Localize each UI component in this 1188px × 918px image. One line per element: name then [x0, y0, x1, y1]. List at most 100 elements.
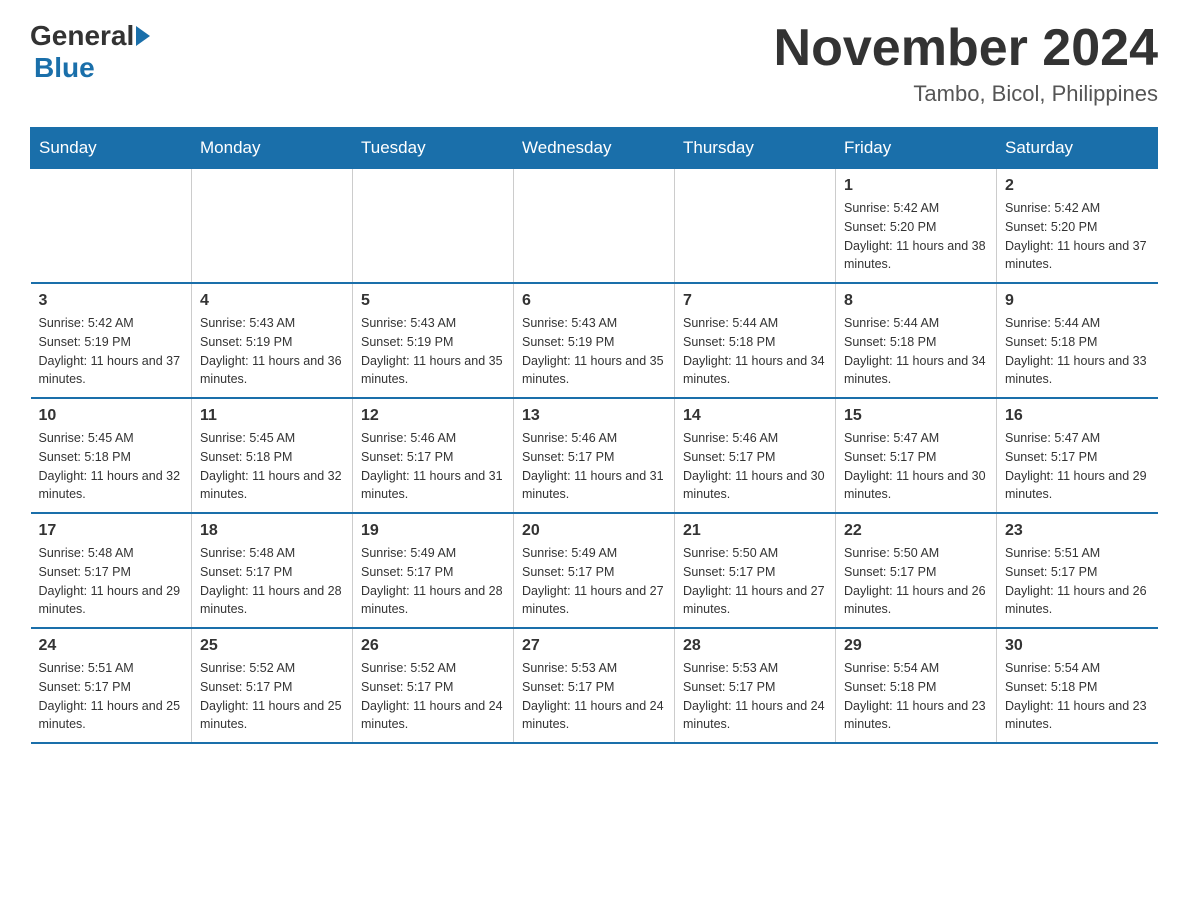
calendar-cell: 26Sunrise: 5:52 AMSunset: 5:17 PMDayligh…	[353, 628, 514, 743]
day-number: 28	[683, 637, 827, 655]
day-header-wednesday: Wednesday	[514, 128, 675, 169]
logo: General Blue	[30, 20, 152, 84]
day-number: 23	[1005, 522, 1150, 540]
day-number: 20	[522, 522, 666, 540]
day-info: Sunrise: 5:44 AMSunset: 5:18 PMDaylight:…	[844, 314, 988, 389]
calendar-cell: 7 Sunrise: 5:44 AMSunset: 5:18 PMDaylight…	[675, 283, 836, 398]
day-info: Sunrise: 5:43 AMSunset: 5:19 PMDaylight:…	[200, 314, 344, 389]
day-number: 1	[844, 177, 988, 195]
calendar-cell: 6 Sunrise: 5:43 AMSunset: 5:19 PMDaylight…	[514, 283, 675, 398]
day-info: Sunrise: 5:46 AMSunset: 5:17 PMDaylight:…	[361, 429, 505, 504]
day-info: Sunrise: 5:45 AMSunset: 5:18 PMDaylight:…	[39, 429, 184, 504]
calendar-cell: 21Sunrise: 5:50 AMSunset: 5:17 PMDayligh…	[675, 513, 836, 628]
day-number: 27	[522, 637, 666, 655]
day-info: Sunrise: 5:46 AMSunset: 5:17 PMDaylight:…	[522, 429, 666, 504]
calendar-week-3: 10 Sunrise: 5:45 AMSunset: 5:18 PMDayligh…	[31, 398, 1158, 513]
day-info: Sunrise: 5:42 AMSunset: 5:19 PMDaylight:…	[39, 314, 184, 389]
day-number: 11	[200, 407, 344, 425]
calendar-cell	[675, 169, 836, 284]
calendar-cell: 30 Sunrise: 5:54 AMSunset: 5:18 PMDayligh…	[997, 628, 1158, 743]
day-number: 21	[683, 522, 827, 540]
calendar-week-1: 1 Sunrise: 5:42 AMSunset: 5:20 PMDaylight…	[31, 169, 1158, 284]
calendar-cell: 25Sunrise: 5:52 AMSunset: 5:17 PMDayligh…	[192, 628, 353, 743]
day-number: 4	[200, 292, 344, 310]
day-info: Sunrise: 5:48 AMSunset: 5:17 PMDaylight:…	[39, 544, 184, 619]
day-number: 5	[361, 292, 505, 310]
calendar-cell: 1 Sunrise: 5:42 AMSunset: 5:20 PMDaylight…	[836, 169, 997, 284]
day-number: 7	[683, 292, 827, 310]
calendar-cell: 27 Sunrise: 5:53 AMSunset: 5:17 PMDayligh…	[514, 628, 675, 743]
calendar-cell: 12 Sunrise: 5:46 AMSunset: 5:17 PMDayligh…	[353, 398, 514, 513]
calendar-header: SundayMondayTuesdayWednesdayThursdayFrid…	[31, 128, 1158, 169]
day-info: Sunrise: 5:50 AMSunset: 5:17 PMDaylight:…	[844, 544, 988, 619]
calendar-cell: 9Sunrise: 5:44 AMSunset: 5:18 PMDaylight…	[997, 283, 1158, 398]
day-header-sunday: Sunday	[31, 128, 192, 169]
day-number: 29	[844, 637, 988, 655]
calendar-cell: 15Sunrise: 5:47 AMSunset: 5:17 PMDayligh…	[836, 398, 997, 513]
title-block: November 2024 Tambo, Bicol, Philippines	[774, 20, 1158, 107]
day-info: Sunrise: 5:47 AMSunset: 5:17 PMDaylight:…	[844, 429, 988, 504]
day-info: Sunrise: 5:47 AMSunset: 5:17 PMDaylight:…	[1005, 429, 1150, 504]
calendar-cell: 11 Sunrise: 5:45 AMSunset: 5:18 PMDayligh…	[192, 398, 353, 513]
calendar-table: SundayMondayTuesdayWednesdayThursdayFrid…	[30, 127, 1158, 744]
calendar-cell: 5Sunrise: 5:43 AMSunset: 5:19 PMDaylight…	[353, 283, 514, 398]
calendar-cell: 13 Sunrise: 5:46 AMSunset: 5:17 PMDayligh…	[514, 398, 675, 513]
day-header-monday: Monday	[192, 128, 353, 169]
day-number: 26	[361, 637, 505, 655]
calendar-cell: 17 Sunrise: 5:48 AMSunset: 5:17 PMDayligh…	[31, 513, 192, 628]
day-header-saturday: Saturday	[997, 128, 1158, 169]
calendar-cell	[192, 169, 353, 284]
calendar-cell	[31, 169, 192, 284]
calendar-cell: 28Sunrise: 5:53 AMSunset: 5:17 PMDayligh…	[675, 628, 836, 743]
day-info: Sunrise: 5:53 AMSunset: 5:17 PMDaylight:…	[522, 659, 666, 734]
calendar-cell: 2 Sunrise: 5:42 AMSunset: 5:20 PMDaylight…	[997, 169, 1158, 284]
day-header-friday: Friday	[836, 128, 997, 169]
logo-text: General	[30, 20, 152, 52]
day-info: Sunrise: 5:45 AMSunset: 5:18 PMDaylight:…	[200, 429, 344, 504]
day-number: 13	[522, 407, 666, 425]
logo-general: General	[30, 20, 134, 52]
calendar-cell: 22 Sunrise: 5:50 AMSunset: 5:17 PMDayligh…	[836, 513, 997, 628]
day-number: 9	[1005, 292, 1150, 310]
day-info: Sunrise: 5:42 AMSunset: 5:20 PMDaylight:…	[844, 199, 988, 274]
calendar-cell: 16 Sunrise: 5:47 AMSunset: 5:17 PMDayligh…	[997, 398, 1158, 513]
day-number: 19	[361, 522, 505, 540]
calendar-cell: 18Sunrise: 5:48 AMSunset: 5:17 PMDayligh…	[192, 513, 353, 628]
month-title: November 2024	[774, 20, 1158, 77]
calendar-cell	[353, 169, 514, 284]
calendar-cell: 8 Sunrise: 5:44 AMSunset: 5:18 PMDaylight…	[836, 283, 997, 398]
day-info: Sunrise: 5:54 AMSunset: 5:18 PMDaylight:…	[1005, 659, 1150, 734]
day-info: Sunrise: 5:46 AMSunset: 5:17 PMDaylight:…	[683, 429, 827, 504]
day-info: Sunrise: 5:44 AMSunset: 5:18 PMDaylight:…	[683, 314, 827, 389]
day-number: 17	[39, 522, 184, 540]
calendar-week-4: 17 Sunrise: 5:48 AMSunset: 5:17 PMDayligh…	[31, 513, 1158, 628]
logo-arrow-icon	[136, 26, 150, 46]
day-number: 14	[683, 407, 827, 425]
day-header-tuesday: Tuesday	[353, 128, 514, 169]
calendar-cell: 23 Sunrise: 5:51 AMSunset: 5:17 PMDayligh…	[997, 513, 1158, 628]
calendar-cell: 19 Sunrise: 5:49 AMSunset: 5:17 PMDayligh…	[353, 513, 514, 628]
calendar-cell: 3 Sunrise: 5:42 AMSunset: 5:19 PMDaylight…	[31, 283, 192, 398]
day-number: 25	[200, 637, 344, 655]
day-info: Sunrise: 5:51 AMSunset: 5:17 PMDaylight:…	[1005, 544, 1150, 619]
day-number: 2	[1005, 177, 1150, 195]
day-number: 22	[844, 522, 988, 540]
page-header: General Blue November 2024 Tambo, Bicol,…	[30, 20, 1158, 107]
day-number: 12	[361, 407, 505, 425]
location-subtitle: Tambo, Bicol, Philippines	[774, 81, 1158, 107]
day-number: 6	[522, 292, 666, 310]
day-info: Sunrise: 5:43 AMSunset: 5:19 PMDaylight:…	[522, 314, 666, 389]
day-header-thursday: Thursday	[675, 128, 836, 169]
day-info: Sunrise: 5:42 AMSunset: 5:20 PMDaylight:…	[1005, 199, 1150, 274]
day-number: 8	[844, 292, 988, 310]
day-number: 10	[39, 407, 184, 425]
day-number: 24	[39, 637, 184, 655]
day-number: 30	[1005, 637, 1150, 655]
calendar-week-2: 3 Sunrise: 5:42 AMSunset: 5:19 PMDaylight…	[31, 283, 1158, 398]
day-number: 3	[39, 292, 184, 310]
calendar-cell: 10 Sunrise: 5:45 AMSunset: 5:18 PMDayligh…	[31, 398, 192, 513]
day-number: 16	[1005, 407, 1150, 425]
logo-blue: Blue	[34, 52, 95, 83]
day-info: Sunrise: 5:48 AMSunset: 5:17 PMDaylight:…	[200, 544, 344, 619]
day-info: Sunrise: 5:49 AMSunset: 5:17 PMDaylight:…	[361, 544, 505, 619]
